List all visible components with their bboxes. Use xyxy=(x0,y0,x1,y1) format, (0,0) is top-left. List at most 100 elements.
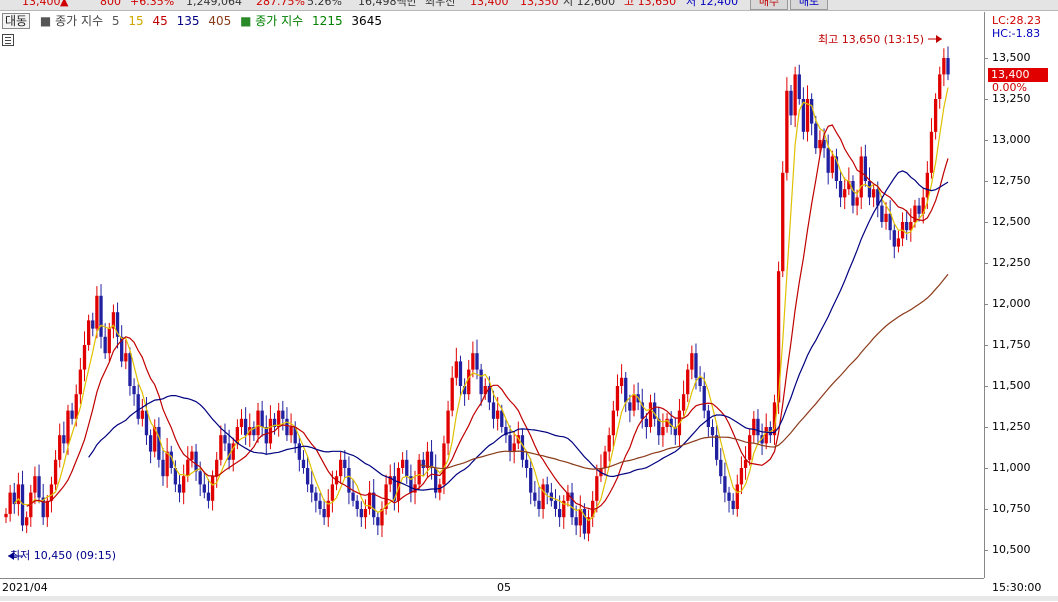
candle-body xyxy=(177,484,182,493)
candle-body xyxy=(268,418,273,444)
candle-body xyxy=(264,427,268,444)
candle-body xyxy=(905,222,909,231)
candle-body xyxy=(938,74,942,99)
candle-body xyxy=(8,492,12,514)
candle-body xyxy=(491,402,496,419)
price-tick-mark xyxy=(984,263,988,264)
candle-body xyxy=(161,459,165,477)
candle-body xyxy=(45,500,49,518)
candle-body xyxy=(202,484,206,493)
candle-body xyxy=(454,361,458,378)
candle-body xyxy=(607,435,611,452)
price-tick-12250: 12,250 xyxy=(992,256,1031,269)
candle-body xyxy=(301,459,306,468)
price-tick-13000: 13,000 xyxy=(992,133,1031,146)
candle-body xyxy=(698,377,702,386)
candle-body xyxy=(838,181,843,198)
candle-body xyxy=(814,123,818,149)
candle-body xyxy=(702,386,706,411)
candle-body xyxy=(33,476,37,493)
candle-body xyxy=(198,471,202,485)
candle-body xyxy=(529,468,533,493)
candle-body xyxy=(363,509,368,518)
candle-body xyxy=(933,99,938,132)
candle-body xyxy=(297,443,301,460)
candle-body xyxy=(330,484,335,501)
candle-body xyxy=(376,517,380,526)
candle-body xyxy=(243,418,248,436)
candle-body xyxy=(400,459,405,468)
candle-body xyxy=(281,410,285,419)
candle-body xyxy=(355,500,359,509)
candle-body xyxy=(880,205,884,222)
candle-body xyxy=(339,459,343,477)
low-annotation: 최저 10,450 (09:15) xyxy=(10,549,117,562)
candle-body xyxy=(739,468,744,485)
candle-body xyxy=(648,402,653,427)
candle-body xyxy=(103,336,107,354)
candle-body xyxy=(533,492,537,501)
candle-body xyxy=(78,369,83,395)
current-price-box: 13,400 xyxy=(988,68,1048,82)
candle-body xyxy=(124,353,128,362)
candle-body xyxy=(442,443,446,485)
candle-body xyxy=(723,476,727,493)
candle-body xyxy=(756,418,760,436)
price-tick-mark xyxy=(984,550,988,551)
candle-body xyxy=(793,74,797,116)
candle-body xyxy=(86,320,91,345)
candle-body xyxy=(748,435,752,460)
candle-body xyxy=(148,435,153,452)
price-tick-10750: 10,750 xyxy=(992,502,1031,515)
candle-body xyxy=(194,451,198,472)
candle-body xyxy=(219,435,223,460)
candle-body xyxy=(830,156,834,173)
candle-body xyxy=(66,410,70,444)
price-tick-mark xyxy=(984,509,988,510)
candle-body xyxy=(611,410,615,436)
candle-body xyxy=(239,418,244,427)
candle-body xyxy=(570,492,574,518)
candle-body xyxy=(557,509,562,518)
candle-body xyxy=(359,509,363,518)
candle-body xyxy=(710,427,715,436)
candle-body xyxy=(37,476,41,498)
candle-body xyxy=(615,386,620,411)
high-annotation: 최고 13,650 (13:15) xyxy=(818,33,925,46)
price-tick-mark xyxy=(984,468,988,469)
candle-body xyxy=(479,369,483,395)
price-tick-mark xyxy=(984,58,988,59)
candle-body xyxy=(925,172,929,198)
candle-body xyxy=(826,148,830,173)
candle-body xyxy=(661,427,665,436)
candle-body xyxy=(215,459,219,477)
candle-body xyxy=(735,484,739,509)
candle-body xyxy=(867,181,872,198)
candle-body xyxy=(165,451,169,477)
candle-body xyxy=(619,377,624,386)
x-label-2021-04: 2021/04 xyxy=(2,581,48,594)
candle-body xyxy=(603,451,607,468)
price-chart[interactable] xyxy=(0,0,984,578)
candle-body xyxy=(99,295,103,337)
candle-body xyxy=(210,476,215,501)
price-tick-mark xyxy=(984,386,988,387)
candle-body xyxy=(421,459,425,468)
candle-body xyxy=(781,172,785,272)
candle-body xyxy=(681,394,686,411)
candle-body xyxy=(256,410,260,436)
x-label-05: 05 xyxy=(497,581,511,594)
candle-body xyxy=(260,410,264,427)
candle-body xyxy=(917,205,921,214)
candle-body xyxy=(632,394,636,411)
candle-body xyxy=(206,492,211,501)
candle-body xyxy=(467,369,471,395)
candle-body xyxy=(223,435,227,444)
candle-body xyxy=(942,58,946,75)
candle-body xyxy=(20,484,25,526)
candle-body xyxy=(797,74,801,99)
candle-body xyxy=(851,181,855,206)
price-tick-mark xyxy=(984,140,988,141)
price-tick-11750: 11,750 xyxy=(992,338,1031,351)
current-pct-label: 0.00% xyxy=(992,81,1027,94)
